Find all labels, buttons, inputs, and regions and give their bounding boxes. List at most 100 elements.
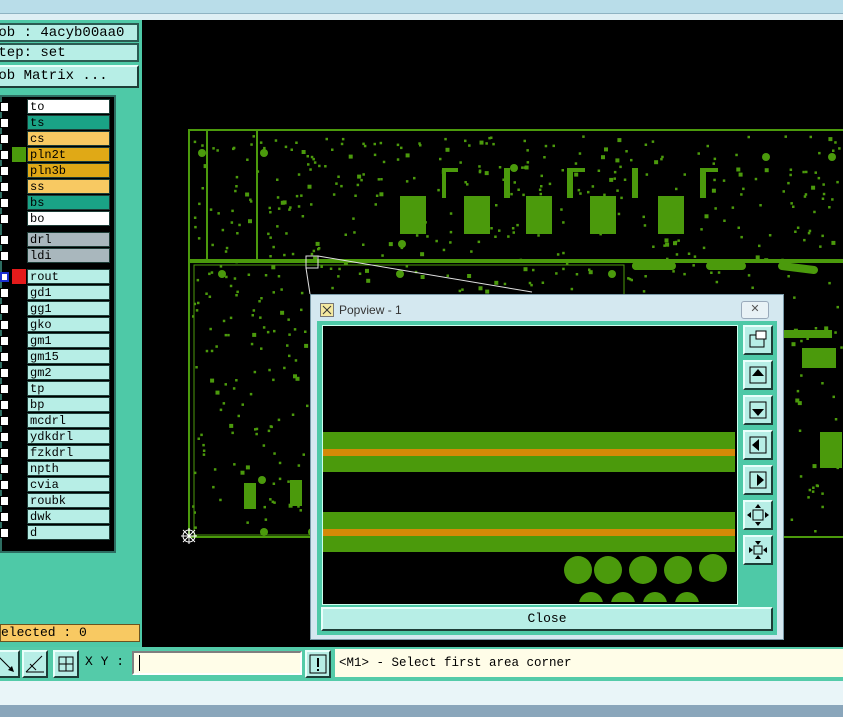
layer-row-pln2t[interactable]: pln2t — [0, 147, 112, 162]
layer-color-swatch[interactable] — [12, 301, 26, 316]
layer-name[interactable]: bp — [27, 397, 110, 412]
layer-name[interactable]: fzkdrl — [27, 445, 110, 460]
layer-row-gm2[interactable]: gm2 — [0, 365, 112, 380]
layer-color-swatch[interactable] — [12, 147, 26, 162]
layer-name[interactable]: cs — [27, 131, 110, 146]
layer-row-ldi[interactable]: ldi — [0, 248, 112, 263]
layer-checkbox[interactable] — [0, 134, 9, 144]
layer-color-swatch[interactable] — [12, 131, 26, 146]
layer-checkbox[interactable] — [0, 251, 9, 261]
layer-name[interactable]: gko — [27, 317, 110, 332]
layer-name[interactable]: mcdrl — [27, 413, 110, 428]
layer-name[interactable]: tp — [27, 381, 110, 396]
layer-checkbox[interactable] — [0, 320, 9, 330]
layer-row-rout[interactable]: rout — [0, 269, 112, 284]
layer-checkbox[interactable] — [0, 214, 9, 224]
layer-name[interactable]: rout — [27, 269, 110, 284]
layer-row-d[interactable]: d — [0, 525, 112, 540]
layer-checkbox[interactable] — [0, 235, 9, 245]
layer-name[interactable]: to — [27, 99, 110, 114]
layer-row-gm1[interactable]: gm1 — [0, 333, 112, 348]
layer-row-gg1[interactable]: gg1 — [0, 301, 112, 316]
layer-checkbox[interactable] — [0, 198, 9, 208]
layer-row-fzkdrl[interactable]: fzkdrl — [0, 445, 112, 460]
layer-checkbox[interactable] — [0, 166, 9, 176]
layer-color-swatch[interactable] — [12, 461, 26, 476]
layer-row-ss[interactable]: ss — [0, 179, 112, 194]
layer-color-swatch[interactable] — [12, 381, 26, 396]
layer-name[interactable]: pln3b — [27, 163, 110, 178]
layer-checkbox[interactable] — [0, 102, 9, 112]
layer-color-swatch[interactable] — [12, 211, 26, 226]
layer-color-swatch[interactable] — [12, 232, 26, 247]
layer-checkbox[interactable] — [0, 432, 9, 442]
layer-name[interactable]: ydkdrl — [27, 429, 110, 444]
xy-input[interactable] — [132, 651, 302, 675]
layer-color-swatch[interactable] — [12, 365, 26, 380]
layer-checkbox[interactable] — [0, 384, 9, 394]
layer-color-swatch[interactable] — [12, 429, 26, 444]
layer-row-pln3b[interactable]: pln3b — [0, 163, 112, 178]
tool-arrow-button[interactable] — [0, 650, 20, 678]
layer-row-bs[interactable]: bs — [0, 195, 112, 210]
layer-checkbox[interactable] — [0, 512, 9, 522]
layer-checkbox[interactable] — [0, 528, 9, 538]
layer-name[interactable]: cvia — [27, 477, 110, 492]
layer-checkbox[interactable] — [0, 400, 9, 410]
tool-grid-button[interactable] — [53, 650, 79, 678]
layer-color-swatch[interactable] — [12, 163, 26, 178]
layer-row-cs[interactable]: cs — [0, 131, 112, 146]
layer-name[interactable]: bo — [27, 211, 110, 226]
layer-row-drl[interactable]: drl — [0, 232, 112, 247]
popview-pan-left-button[interactable] — [743, 430, 773, 460]
layer-row-gko[interactable]: gko — [0, 317, 112, 332]
layer-name[interactable]: bs — [27, 195, 110, 210]
layer-color-swatch[interactable] — [12, 269, 26, 284]
layer-checkbox[interactable] — [0, 464, 9, 474]
popview-close-icon[interactable]: ✕ — [741, 301, 769, 319]
layer-checkbox[interactable] — [0, 304, 9, 314]
layer-color-swatch[interactable] — [12, 493, 26, 508]
layer-color-swatch[interactable] — [12, 397, 26, 412]
layer-name[interactable]: ss — [27, 179, 110, 194]
layer-color-swatch[interactable] — [12, 179, 26, 194]
layer-color-swatch[interactable] — [12, 248, 26, 263]
layer-color-swatch[interactable] — [12, 525, 26, 540]
popview-viewport[interactable] — [322, 325, 738, 616]
tool-measure-button[interactable] — [22, 650, 48, 678]
layer-checkbox[interactable] — [0, 336, 9, 346]
layer-name[interactable]: gm15 — [27, 349, 110, 364]
layer-row-gm15[interactable]: gm15 — [0, 349, 112, 364]
popview-close-button[interactable]: Close — [321, 607, 773, 631]
layer-name[interactable]: dwk — [27, 509, 110, 524]
layer-name[interactable]: ldi — [27, 248, 110, 263]
layer-checkbox[interactable] — [0, 496, 9, 506]
layer-color-swatch[interactable] — [12, 445, 26, 460]
layer-checkbox[interactable] — [0, 368, 9, 378]
popview-pan-right-button[interactable] — [743, 465, 773, 495]
layer-name[interactable]: gg1 — [27, 301, 110, 316]
layer-row-tp[interactable]: tp — [0, 381, 112, 396]
layer-name[interactable]: pln2t — [27, 147, 110, 162]
layer-row-cvia[interactable]: cvia — [0, 477, 112, 492]
popview-zoom-in-button[interactable] — [743, 500, 773, 530]
layer-name[interactable]: npth — [27, 461, 110, 476]
popview-pan-down-button[interactable] — [743, 395, 773, 425]
layer-color-swatch[interactable] — [12, 195, 26, 210]
layer-row-roubk[interactable]: roubk — [0, 493, 112, 508]
layer-checkbox[interactable] — [0, 182, 9, 192]
popview-zoom-out-button[interactable] — [743, 535, 773, 565]
layer-name[interactable]: gm1 — [27, 333, 110, 348]
layer-color-swatch[interactable] — [12, 285, 26, 300]
layer-checkbox[interactable] — [0, 480, 9, 490]
layer-name[interactable]: roubk — [27, 493, 110, 508]
layer-color-swatch[interactable] — [12, 317, 26, 332]
layer-row-bp[interactable]: bp — [0, 397, 112, 412]
layer-row-ts[interactable]: ts — [0, 115, 112, 130]
popview-pan-up-button[interactable] — [743, 360, 773, 390]
layer-color-swatch[interactable] — [12, 349, 26, 364]
popview-zoom-fit-button[interactable] — [743, 325, 773, 355]
layer-checkbox[interactable] — [0, 118, 9, 128]
layer-color-swatch[interactable] — [12, 509, 26, 524]
layer-row-dwk[interactable]: dwk — [0, 509, 112, 524]
